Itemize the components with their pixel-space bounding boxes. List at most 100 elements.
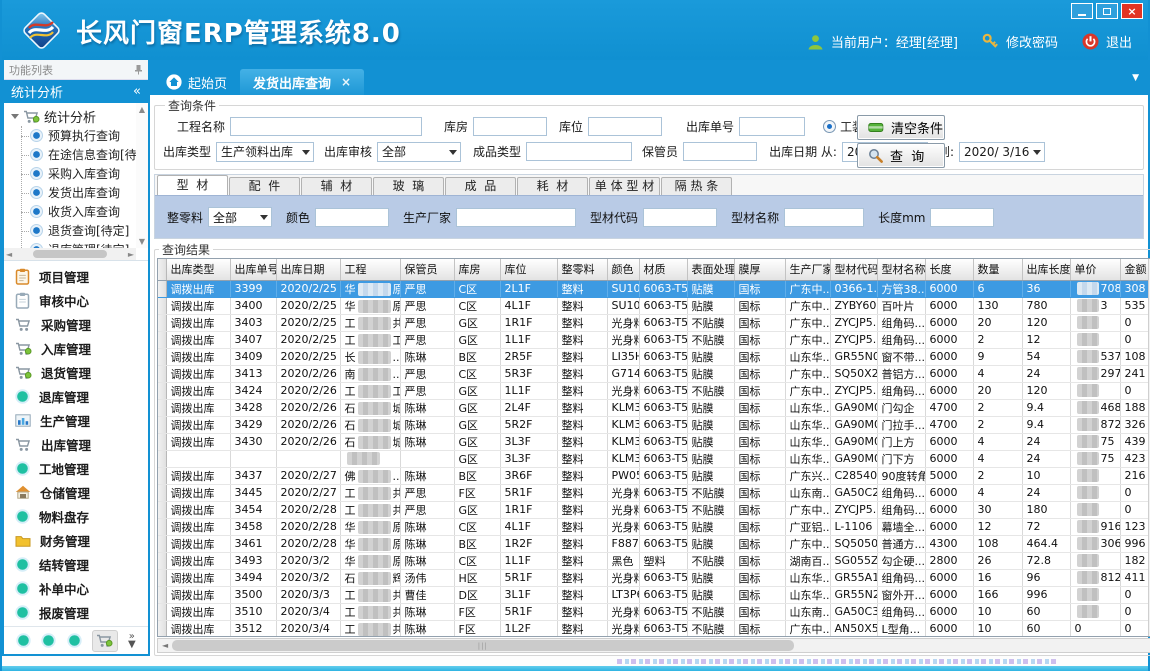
material-tab-0[interactable]: 型 材 <box>157 175 228 195</box>
tab-list-dropdown-icon[interactable]: ▼ <box>1132 73 1139 83</box>
grid-row[interactable]: 调拨出库35102020/3/4工共工程陈琳F区5R1F整料光身料6063-T5… <box>158 603 1150 620</box>
cart-toolbar-button[interactable] <box>92 630 118 652</box>
grid-row[interactable]: 调拨出库34582020/2/28华原...陈琳C区4L1F整料光身料6063-… <box>158 518 1150 535</box>
grid-row[interactable]: 调拨出库34452020/2/27工共工程严思F区5R1F整料光身料6063-T… <box>158 484 1150 501</box>
pin-icon[interactable] <box>134 64 143 75</box>
grid-row[interactable]: 调拨出库35122020/3/4工共工程陈琳F区1L2F整料光身料6063-T5… <box>158 620 1150 637</box>
grid-row[interactable]: 调拨出库34292020/2/26石城陈琳G区5R2F整料KLM38176063… <box>158 416 1150 433</box>
maximize-button[interactable] <box>1096 3 1118 19</box>
grid-row[interactable]: 调拨出库34132020/2/26南...严思C区5R3F整料G71422606… <box>158 365 1150 382</box>
tree-root-statistics[interactable]: 统计分析 <box>9 106 148 126</box>
logout-link[interactable]: 退出 <box>1106 32 1132 51</box>
tree-item-3[interactable]: 发货出库查询 <box>18 183 148 202</box>
sidebar-module-10[interactable]: 物料盘存 <box>4 504 148 528</box>
tab-shipping-outbound-query[interactable]: 发货出库查询× <box>240 69 364 95</box>
column-header[interactable]: 长度 <box>925 259 973 280</box>
tree-item-4[interactable]: 收货入库查询 <box>18 202 148 221</box>
profile-code-input[interactable] <box>643 208 717 227</box>
clear-conditions-button[interactable]: 清空条件 <box>857 115 945 140</box>
column-header[interactable]: 出库长度 <box>1022 259 1070 280</box>
toolbar-overflow-button[interactable]: »▼ <box>128 633 136 649</box>
grid-row[interactable]: 调拨出库34242020/2/26工工程严思G区1L1F整料光身料6063-T5… <box>158 382 1150 399</box>
column-header[interactable]: 出库日期 <box>276 259 340 280</box>
column-header[interactable]: 型材名称 <box>877 259 925 280</box>
column-header[interactable]: 工程 <box>340 259 400 280</box>
sidebar-module-13[interactable]: 补单中心 <box>4 576 148 600</box>
sidebar-module-8[interactable]: 工地管理 <box>4 456 148 480</box>
material-tab-3[interactable]: 玻 璃 <box>373 177 444 195</box>
quick-circle-teal-icon[interactable] <box>67 633 82 648</box>
sidebar-module-12[interactable]: 结转管理 <box>4 552 148 576</box>
grid-row[interactable]: 调拨出库34002020/2/25华原...严思C区4L1F整料SU10...6… <box>158 297 1150 314</box>
sidebar-module-14[interactable]: 报废管理 <box>4 600 148 624</box>
grid-row[interactable]: 调拨出库34542020/2/28工共工程严思G区1R1F整料光身料6063-T… <box>158 501 1150 518</box>
material-tab-2[interactable]: 辅 材 <box>301 177 372 195</box>
grid-row[interactable]: 调拨出库34032020/2/25工共工程严思G区1R1F整料光身料6063-T… <box>158 314 1150 331</box>
date-to-picker[interactable]: 2020/ 3/16 <box>959 142 1045 162</box>
column-header[interactable]: 单价 <box>1070 259 1120 280</box>
minimize-button[interactable] <box>1071 3 1093 19</box>
sidebar-group-header[interactable]: 统计分析 « <box>4 80 148 103</box>
length-input[interactable] <box>930 208 994 227</box>
sidebar-module-4[interactable]: 退货管理 <box>4 360 148 384</box>
whole-part-select[interactable]: 全部 <box>208 207 272 227</box>
grid-row[interactable]: 调拨出库34612020/2/28华原...陈琳B区1R2F整料F8877FT6… <box>158 535 1150 552</box>
material-tab-1[interactable]: 配 件 <box>229 177 300 195</box>
change-password-link[interactable]: 修改密码 <box>1006 32 1058 51</box>
column-header[interactable]: 数量 <box>973 259 1022 280</box>
column-header[interactable]: 整零料 <box>557 259 607 280</box>
column-header[interactable]: 出库单号 <box>230 259 276 280</box>
sidebar-module-5[interactable]: 退库管理 <box>4 384 148 408</box>
location-input[interactable] <box>588 117 662 136</box>
grid-row[interactable]: 调拨出库33992020/2/25华原...严思C区2L1F整料SU10...6… <box>158 280 1150 297</box>
tab-close-icon[interactable]: × <box>341 75 351 89</box>
grid-row[interactable]: 调拨出库34932020/3/2华原...陈琳C区1L1F整料黑色塑料不贴膜国标… <box>158 552 1150 569</box>
collapse-icon[interactable]: « <box>133 84 141 99</box>
material-tab-6[interactable]: 单 体 型 材 <box>589 177 660 195</box>
column-header[interactable]: 金额 <box>1120 259 1150 280</box>
grid-horizontal-scrollbar[interactable]: ◄|||► <box>157 638 1150 653</box>
column-header[interactable]: 生产厂家 <box>785 259 830 280</box>
material-tab-5[interactable]: 耗 材 <box>517 177 588 195</box>
column-header[interactable]: 库房 <box>454 259 500 280</box>
sidebar-module-2[interactable]: 采购管理 <box>4 312 148 336</box>
close-button[interactable]: × <box>1121 3 1143 19</box>
column-header[interactable]: 库位 <box>500 259 557 280</box>
profile-name-input[interactable] <box>784 208 864 227</box>
grid-row[interactable]: 调拨出库34072020/2/25工工程严思G区1L1F整料光身料6063-T5… <box>158 331 1150 348</box>
column-header[interactable]: 出库类型 <box>166 259 230 280</box>
material-tab-4[interactable]: 成 品 <box>445 177 516 195</box>
quick-circle-teal-icon[interactable] <box>41 633 56 648</box>
outbound-type-select[interactable]: 生产领料出库 <box>216 142 314 162</box>
material-tab-7[interactable]: 隔 热 条 <box>661 177 732 195</box>
outbound-audit-select[interactable]: 全部 <box>377 142 461 162</box>
grid-row[interactable]: G区3L3F整料KLM38176063-T5贴膜国标山东华...GA90M09.… <box>158 450 1150 467</box>
sidebar-module-6[interactable]: 生产管理 <box>4 408 148 432</box>
warehouse-input[interactable] <box>473 117 547 136</box>
horizontal-scroll-thumb[interactable]: ||| <box>172 640 794 651</box>
tree-item-0[interactable]: 预算执行查询 <box>18 126 148 145</box>
sidebar-module-3[interactable]: 入库管理 <box>4 336 148 360</box>
sidebar-module-11[interactable]: 财务管理 <box>4 528 148 552</box>
grid-row[interactable]: 调拨出库34092020/2/25长...陈琳B区2R5F整料LI35HD606… <box>158 348 1150 365</box>
color-input[interactable] <box>315 208 389 227</box>
sidebar-module-0[interactable]: 项目管理 <box>4 264 148 288</box>
tree-horizontal-scrollbar[interactable]: ◄► <box>4 248 136 260</box>
search-button[interactable]: 查 询 <box>857 143 945 168</box>
grid-row[interactable]: 调拨出库34302020/2/26石城陈琳G区3L3F整料KLM38176063… <box>158 433 1150 450</box>
project-name-input[interactable] <box>230 117 422 136</box>
outbound-no-input[interactable] <box>739 117 805 136</box>
expander-icon[interactable] <box>11 114 19 119</box>
tree-item-5[interactable]: 退货查询[待定] <box>18 221 148 240</box>
manufacturer-input[interactable] <box>456 208 576 227</box>
grid-row[interactable]: 调拨出库35002020/3/3工共工程曹佳D区3L1F整料LT3P606063… <box>158 586 1150 603</box>
column-header[interactable]: 型材代码 <box>830 259 877 280</box>
tab-home[interactable]: 起始页 <box>153 69 240 95</box>
gongzhuang-radio[interactable] <box>823 120 836 133</box>
quick-circle-teal-icon[interactable] <box>16 633 31 648</box>
column-header[interactable]: 膜厚 <box>734 259 785 280</box>
grid-row[interactable]: 调拨出库34282020/2/26石城陈琳G区2L4F整料KLM38176063… <box>158 399 1150 416</box>
grid-row[interactable]: 调拨出库34372020/2/27佛...陈琳B区3R6F整料PW056063-… <box>158 467 1150 484</box>
tree-item-1[interactable]: 在途信息查询[待 <box>18 145 148 164</box>
column-header[interactable]: 表面处理 <box>687 259 734 280</box>
